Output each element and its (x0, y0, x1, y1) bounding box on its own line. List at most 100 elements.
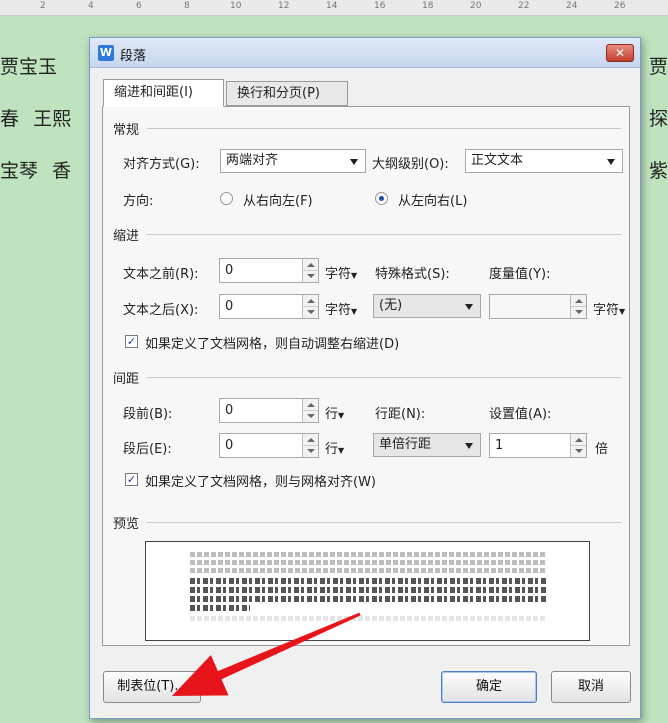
ruler-number: 18 (422, 1, 434, 11)
tab-indent-spacing[interactable]: 缩进和间距(I) (103, 79, 224, 107)
ruler-number: 6 (136, 1, 142, 11)
ruler-number: 10 (230, 1, 242, 11)
section-preview: 预览 (113, 517, 140, 532)
document-line: 春 王熙 (0, 104, 71, 131)
caret-down-icon: ▼ (619, 307, 626, 316)
dialog-titlebar[interactable]: W 段落 ✕ (90, 38, 640, 68)
wps-app-icon: W (98, 45, 114, 61)
spacing-after-input[interactable]: 0 (219, 433, 319, 458)
auto-adjust-checkbox[interactable]: ✓ (125, 335, 138, 348)
document-text: 探 (648, 108, 668, 130)
spinner-buttons[interactable] (570, 434, 586, 457)
spin-down-icon (307, 414, 315, 418)
chevron-down-icon (607, 159, 615, 165)
measure-input[interactable] (489, 294, 587, 319)
ruler-number: 16 (374, 1, 386, 11)
indent-before-unit[interactable]: 字符▼ (325, 263, 357, 282)
spinner-buttons[interactable] (302, 434, 318, 457)
spin-down-icon (307, 449, 315, 453)
document-text: 紫 (648, 160, 668, 182)
auto-adjust-label: 如果定义了文档网格，则自动调整右缩进(D) (145, 337, 400, 352)
preview-current-paragraph (190, 578, 546, 584)
unit-label: 字符 (325, 303, 352, 318)
indent-after-value: 0 (225, 299, 234, 314)
outline-select[interactable]: 正文文本 (465, 149, 623, 173)
paragraph-dialog: W 段落 ✕ 缩进和间距(I) 换行和分页(P) 常规 对齐方式(G): 两端对… (89, 37, 641, 719)
indent-after-unit[interactable]: 字符▼ (325, 299, 357, 318)
outline-value: 正文文本 (471, 153, 524, 168)
align-label: 对齐方式(G): (123, 157, 200, 172)
rtl-label: 从右向左(F) (243, 194, 313, 209)
chevron-down-icon (350, 159, 358, 165)
spinner-buttons[interactable] (570, 295, 586, 318)
cancel-button[interactable]: 取消 (551, 671, 631, 703)
spin-down-icon (307, 310, 315, 314)
measure-unit[interactable]: 字符▼ (593, 299, 625, 318)
dialog-title: 段落 (120, 49, 147, 64)
tab-stops-button[interactable]: 制表位(T)... (103, 671, 201, 703)
unit-label: 字符 (593, 303, 620, 318)
spin-up-icon (307, 438, 315, 442)
indent-after-input[interactable]: 0 (219, 294, 319, 319)
line-spacing-select[interactable]: 单倍行距 (373, 433, 481, 457)
unit-label: 行 (325, 442, 339, 457)
align-value: 两端对齐 (226, 153, 279, 168)
indent-before-input[interactable]: 0 (219, 258, 319, 283)
special-format-value: (无) (379, 298, 403, 313)
outline-label: 大纲级别(O): (372, 157, 449, 172)
section-general: 常规 (113, 123, 140, 138)
document-text: 春 (0, 108, 20, 130)
spinner-buttons[interactable] (302, 399, 318, 422)
preview-box (145, 541, 590, 641)
ruler-number: 4 (88, 1, 94, 11)
spin-down-icon (575, 449, 583, 453)
document-text: 贾宝玉 (0, 56, 58, 78)
rtl-radio[interactable] (220, 192, 233, 205)
spacing-after-value: 0 (225, 438, 234, 453)
spinner-buttons[interactable] (302, 295, 318, 318)
spin-divider (303, 270, 318, 271)
divider (147, 234, 621, 235)
document-text: 贾 (648, 56, 668, 78)
section-indent: 缩进 (113, 229, 140, 244)
spacing-before-unit[interactable]: 行▼ (325, 403, 344, 422)
ruler-number: 22 (518, 1, 530, 11)
line-spacing-label: 行距(N): (375, 407, 426, 422)
spinner-buttons[interactable] (302, 259, 318, 282)
ltr-radio[interactable] (375, 192, 388, 205)
spacing-before-value: 0 (225, 403, 234, 418)
special-format-select[interactable]: (无) (373, 294, 481, 318)
special-format-label: 特殊格式(S): (375, 267, 450, 282)
direction-label: 方向: (123, 194, 154, 209)
document-text: 香 (52, 160, 72, 182)
tab-line-page-breaks[interactable]: 换行和分页(P) (226, 81, 348, 106)
snap-grid-checkbox[interactable]: ✓ (125, 473, 138, 486)
preview-next-paragraph (190, 616, 546, 621)
close-button[interactable]: ✕ (606, 44, 634, 62)
caret-down-icon: ▼ (351, 271, 358, 280)
spacing-after-label: 段后(E): (123, 442, 172, 457)
ruler-number: 14 (326, 1, 338, 11)
spin-divider (303, 410, 318, 411)
section-spacing: 间距 (113, 372, 140, 387)
spin-divider (303, 306, 318, 307)
snap-grid-label: 如果定义了文档网格，则与网格对齐(W) (145, 475, 376, 490)
document-text: 宝琴 (0, 160, 39, 182)
spacing-before-input[interactable]: 0 (219, 398, 319, 423)
divider (147, 522, 621, 523)
setting-input[interactable]: 1 (489, 433, 587, 458)
preview-prev-paragraph (190, 552, 546, 557)
ltr-label: 从左向右(L) (398, 194, 468, 209)
ruler-number: 20 (470, 1, 482, 11)
document-line: 宝琴 香 (0, 156, 71, 183)
spacing-after-unit[interactable]: 行▼ (325, 438, 344, 457)
ok-button[interactable]: 确定 (441, 671, 537, 703)
preview-prev-paragraph (190, 568, 546, 573)
setting-label: 设置值(A): (489, 407, 552, 422)
chevron-down-icon (465, 443, 473, 449)
spin-down-icon (575, 310, 583, 314)
close-icon: ✕ (614, 46, 626, 60)
align-select[interactable]: 两端对齐 (220, 149, 366, 173)
divider (147, 377, 621, 378)
spin-up-icon (307, 263, 315, 267)
